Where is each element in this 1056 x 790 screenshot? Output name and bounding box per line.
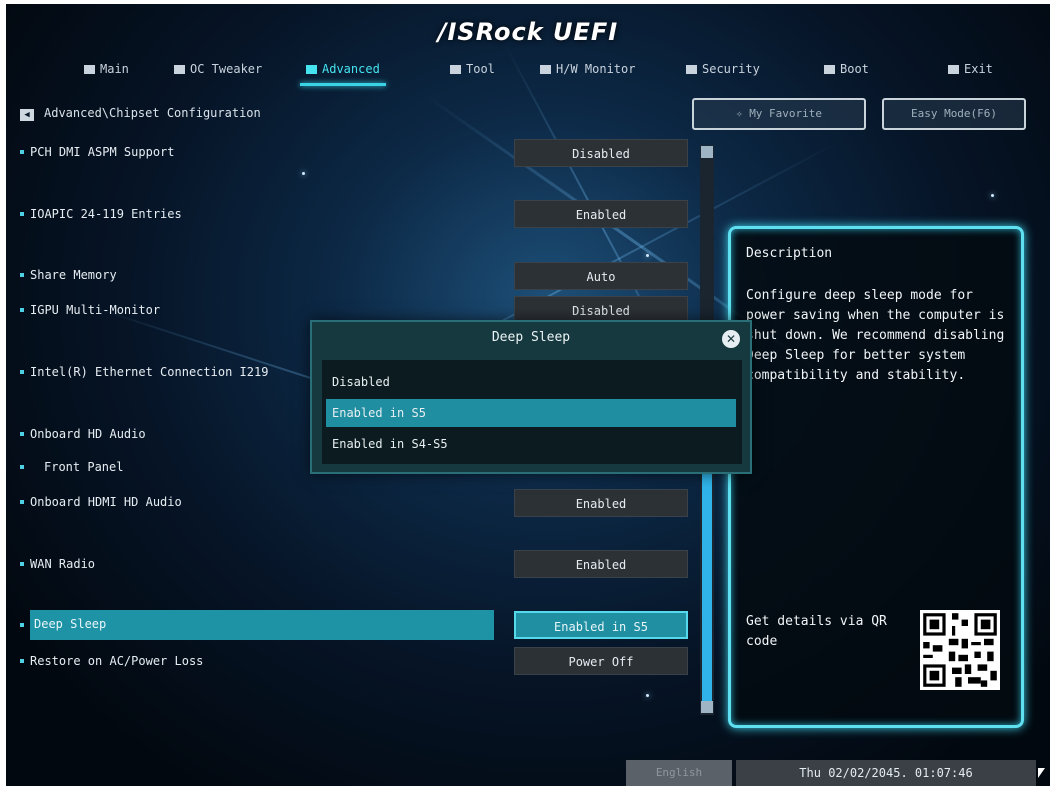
tab-oc-tweaker[interactable]: OC Tweaker [174, 56, 262, 82]
dialog-title: Deep Sleep [491, 330, 571, 345]
setting-label: IOAPIC 24-119 Entries [30, 207, 182, 221]
setting-label: Onboard HDMI HD Audio [30, 495, 182, 509]
setting-row-front-panel[interactable]: Front Panel [20, 460, 123, 474]
description-title: Description [746, 246, 833, 261]
setting-row-restore-ac-power-loss[interactable]: Restore on AC/Power Loss [20, 654, 203, 668]
qr-code-icon [920, 610, 1000, 690]
tab-exit[interactable]: Exit [948, 56, 993, 82]
setting-label: Restore on AC/Power Loss [30, 654, 204, 668]
scroll-down-arrow-icon[interactable] [701, 701, 713, 713]
setting-value-pch-dmi-aspm[interactable]: Disabled [514, 139, 688, 167]
tab-main[interactable]: Main [84, 56, 129, 82]
setting-label: Front Panel [44, 460, 124, 474]
bullet-icon [20, 212, 24, 216]
close-icon[interactable]: ✕ [722, 330, 740, 348]
breadcrumb-path: Advanced\Chipset Configuration [44, 106, 261, 120]
power-icon [824, 65, 835, 74]
setting-label: Share Memory [30, 268, 117, 282]
setting-label: PCH DMI ASPM Support [30, 145, 175, 159]
bullet-icon [20, 659, 24, 663]
bullet-icon [20, 273, 24, 277]
tab-label: Boot [840, 62, 869, 76]
tab-label: H/W Monitor [556, 62, 636, 76]
datetime-display: Thu 02/02/2045. 01:07:46 [736, 760, 1036, 786]
shield-icon [686, 65, 697, 74]
setting-row-ioapic[interactable]: IOAPIC 24-119 Entries [20, 207, 182, 221]
scrollbar-thumb[interactable] [702, 474, 712, 702]
setting-label: WAN Radio [30, 557, 96, 571]
uefi-screen: /ISRock UEFI Main OC Tweaker Advanced To… [6, 4, 1050, 786]
my-favorite-button[interactable]: ✧ My Favorite [692, 98, 866, 130]
setting-value-deep-sleep[interactable]: Enabled in S5 [514, 611, 688, 639]
setting-value-onboard-hdmi-audio[interactable]: Enabled [514, 489, 688, 517]
bullet-icon [20, 150, 24, 154]
description-text: Configure deep sleep mode for power savi… [746, 288, 1005, 383]
bullet-icon [20, 465, 24, 469]
tab-boot[interactable]: Boot [824, 56, 869, 82]
setting-value-restore-ac-power-loss[interactable]: Power Off [514, 647, 688, 675]
bullet-icon [20, 623, 24, 627]
option-disabled[interactable]: Disabled [326, 368, 736, 396]
tab-security[interactable]: Security [686, 56, 760, 82]
monitor-icon [540, 65, 551, 74]
setting-value-share-memory[interactable]: Auto [514, 262, 688, 290]
option-enabled-in-s5[interactable]: Enabled in S5 [326, 399, 736, 427]
tab-label: Main [100, 62, 129, 76]
star-sparkle [646, 694, 649, 697]
bullet-icon [20, 500, 24, 504]
mouse-cursor-icon [1038, 768, 1045, 778]
setting-row-intel-ethernet[interactable]: Intel(R) Ethernet Connection I219 [20, 365, 268, 379]
setting-row-igpu-multi-monitor[interactable]: IGPU Multi-Monitor [20, 303, 160, 317]
grid-icon [84, 65, 95, 74]
tab-tool[interactable]: Tool [450, 56, 495, 82]
tab-label: Advanced [322, 62, 380, 76]
star-sparkle [302, 172, 305, 175]
setting-label: IGPU Multi-Monitor [30, 303, 161, 317]
setting-label: Intel(R) Ethernet Connection I219 [30, 365, 269, 379]
tools-icon [450, 65, 461, 74]
bullet-icon [20, 432, 24, 436]
tab-advanced[interactable]: Advanced [300, 56, 386, 86]
setting-row-onboard-hd-audio[interactable]: Onboard HD Audio [20, 427, 146, 441]
qr-label: Get details via QR code [746, 614, 887, 649]
setting-label-deep-sleep: Deep Sleep [34, 617, 107, 631]
tab-label: Exit [964, 62, 993, 76]
bullet-icon [20, 308, 24, 312]
bullet-deep-sleep [20, 618, 30, 632]
breadcrumb: ◀ Advanced\Chipset Configuration [20, 106, 261, 121]
exit-icon [948, 65, 959, 74]
back-arrow-icon[interactable]: ◀ [20, 109, 34, 121]
star-icon: ✧ [735, 107, 750, 120]
tab-label: Tool [466, 62, 495, 76]
my-favorite-label: My Favorite [749, 107, 823, 120]
setting-label: Onboard HD Audio [30, 427, 146, 441]
option-enabled-in-s4-s5[interactable]: Enabled in S4-S5 [326, 430, 736, 458]
main-tabs: Main OC Tweaker Advanced Tool H/W Monito… [6, 56, 1050, 86]
setting-row-share-memory[interactable]: Share Memory [20, 268, 117, 282]
language-button[interactable]: English [626, 760, 732, 786]
star-sparkle [646, 254, 649, 257]
bullet-icon [20, 370, 24, 374]
easy-mode-button[interactable]: Easy Mode(F6) [882, 98, 1026, 130]
star-sparkle [991, 194, 994, 197]
bullet-icon [20, 562, 24, 566]
setting-row-pch-dmi-aspm[interactable]: PCH DMI ASPM Support [20, 145, 175, 159]
easy-mode-label: Easy Mode(F6) [910, 107, 998, 120]
setting-value-wan-radio[interactable]: Enabled [514, 550, 688, 578]
star-icon [306, 65, 317, 74]
setting-value-ioapic[interactable]: Enabled [514, 200, 688, 228]
asrock-uefi-logo: /ISRock UEFI [437, 18, 619, 46]
tab-label: OC Tweaker [190, 62, 263, 76]
setting-row-onboard-hdmi-audio[interactable]: Onboard HDMI HD Audio [20, 495, 182, 509]
person-icon [174, 65, 185, 74]
scroll-up-arrow-icon[interactable] [701, 146, 713, 158]
tab-label: Security [702, 62, 760, 76]
setting-row-wan-radio[interactable]: WAN Radio [20, 557, 95, 571]
tab-hw-monitor[interactable]: H/W Monitor [540, 56, 635, 82]
